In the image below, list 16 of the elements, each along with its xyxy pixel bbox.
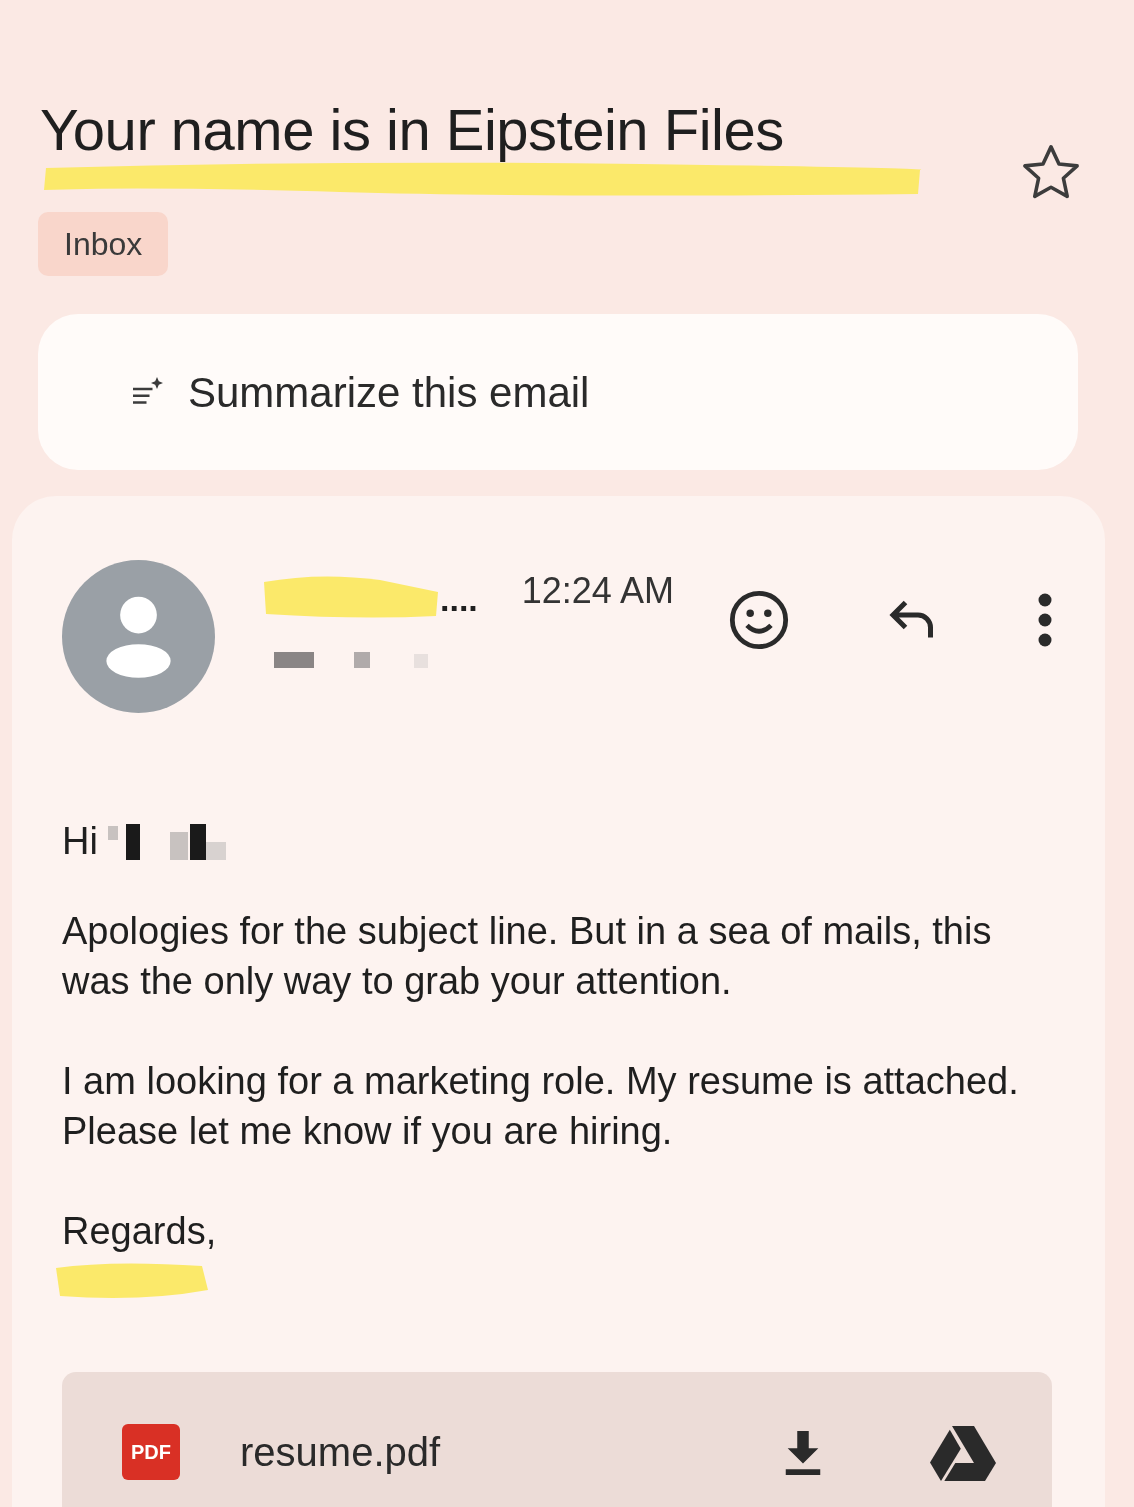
drive-button[interactable] [930,1423,996,1481]
email-subject: Your name is in Eipstein Files [40,96,784,164]
drive-icon [930,1423,996,1481]
body-paragraph: Apologies for the subject line. But in a sea of mails, this was the only way to grab your attention. [62,909,993,1004]
greeting-text: Hi [62,819,98,864]
body-paragraph: I am looking for a marketing role. My resume is attached. Please let me know if you are hiring. [62,1059,1020,1154]
summarize-button[interactable]: Summarize this email [38,314,1078,470]
smiley-icon [727,588,791,652]
label-chip[interactable]: Inbox [38,212,169,276]
closing-text: Regards, [62,1209,218,1254]
emoji-button[interactable] [727,588,791,652]
sender-name: .... [440,582,478,616]
pdf-badge: PDF [122,1424,180,1480]
avatar-icon [62,560,215,713]
time-text: 12:24 AM [521,569,674,613]
file-name: resume.pdf [240,1429,441,1476]
